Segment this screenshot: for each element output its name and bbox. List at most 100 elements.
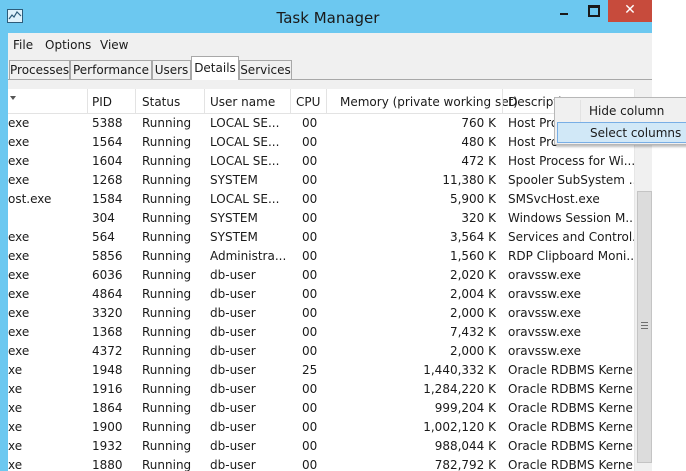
cell-user-name: SYSTEM xyxy=(210,173,258,187)
tab-services[interactable]: Services xyxy=(239,60,292,79)
cell-user-name: LOCAL SE... xyxy=(210,135,280,149)
task-manager-window: Task Manager ✕ File Options View Process… xyxy=(0,0,652,471)
cell-description: Services and Control... xyxy=(508,230,634,244)
cell-memory: 3,564 K xyxy=(449,230,496,244)
cell-user-name: SYSTEM xyxy=(210,230,258,244)
cell-status: Running xyxy=(142,116,192,130)
sort-arrow-icon[interactable] xyxy=(10,96,16,100)
column-divider[interactable] xyxy=(204,89,205,113)
cell-memory: 11,380 K xyxy=(442,173,496,187)
scrollbar-thumb[interactable] xyxy=(637,191,652,463)
title-bar[interactable]: Task Manager ✕ xyxy=(0,0,652,33)
table-row[interactable]: xe 1916 Running db-user 00 1,284,220 K Oracle … xyxy=(8,380,634,399)
table-row[interactable]: xe 1864 Running db-user 00 999,204 K Oracle RD… xyxy=(8,399,634,418)
cell-status: Running xyxy=(142,154,192,168)
cell-pid: 5856 xyxy=(92,249,123,263)
cell-cpu: 00 xyxy=(302,249,318,263)
cell-status: Running xyxy=(142,173,192,187)
cell-user-name: db-user xyxy=(210,401,256,415)
cell-pid: 1880 xyxy=(92,458,123,471)
close-button[interactable]: ✕ xyxy=(608,0,652,22)
cell-memory: 1,440,332 K xyxy=(423,363,496,377)
cell-status: Running xyxy=(142,344,192,358)
cell-cpu: 00 xyxy=(302,154,318,168)
cell-cpu: 00 xyxy=(302,135,318,149)
menu-item-select-columns[interactable]: Select columns xyxy=(557,122,686,143)
cell-name: ost.exe xyxy=(8,192,52,206)
tab-users[interactable]: Users xyxy=(152,60,191,79)
cell-memory: 1,284,220 K xyxy=(423,382,496,396)
menu-item-label: Hide column xyxy=(589,104,665,118)
cell-description: oravssw.exe xyxy=(508,268,582,282)
column-divider[interactable] xyxy=(135,89,136,113)
column-header-pid[interactable]: PID xyxy=(92,95,112,109)
column-header-cpu[interactable]: CPU xyxy=(296,95,320,109)
cell-status: Running xyxy=(142,249,192,263)
minimize-button[interactable] xyxy=(551,0,578,22)
grip-icon xyxy=(641,322,648,331)
cell-pid: 1268 xyxy=(92,173,123,187)
table-row[interactable]: exe 1564 Running LOCAL SE... 00 480 K Host Pro xyxy=(8,133,634,152)
table-header: PID Status User name CPU Memory (private… xyxy=(8,89,634,114)
cell-description: Oracle RDBMS Kerne... xyxy=(508,401,634,415)
table-row[interactable]: exe 5388 Running LOCAL SE... 00 760 K Host Pro xyxy=(8,114,634,133)
cell-user-name: db-user xyxy=(210,382,256,396)
cell-cpu: 00 xyxy=(302,173,318,187)
tab-details[interactable]: Details xyxy=(191,56,239,80)
cell-memory: 760 K xyxy=(461,116,496,130)
tab-performance[interactable]: Performance xyxy=(70,60,152,79)
cell-pid: 304 xyxy=(92,211,115,225)
cell-status: Running xyxy=(142,325,192,339)
table-row[interactable]: exe 4864 Running db-user 00 2,004 K oravssw.ex… xyxy=(8,285,634,304)
cell-pid: 1948 xyxy=(92,363,123,377)
cell-name: xe xyxy=(8,401,23,415)
column-header-status[interactable]: Status xyxy=(142,95,180,109)
table-row[interactable]: ost.exe 1584 Running LOCAL SE... 00 5,900 K SM… xyxy=(8,190,634,209)
cell-user-name: db-user xyxy=(210,420,256,434)
table-row[interactable]: exe 564 Running SYSTEM 00 3,564 K Services and… xyxy=(8,228,634,247)
cell-cpu: 00 xyxy=(302,420,318,434)
cell-pid: 1584 xyxy=(92,192,123,206)
vertical-scrollbar[interactable] xyxy=(634,89,652,471)
cell-cpu: 00 xyxy=(302,325,318,339)
table-row[interactable]: exe 3320 Running db-user 00 2,000 K oravssw.ex… xyxy=(8,304,634,323)
cell-cpu: 00 xyxy=(302,458,318,471)
table-row[interactable]: exe 6036 Running db-user 00 2,020 K oravssw.ex… xyxy=(8,266,634,285)
maximize-button[interactable] xyxy=(580,0,606,22)
table-row[interactable]: xe 1932 Running db-user 00 988,044 K Oracle RD… xyxy=(8,437,634,456)
cell-memory: 320 K xyxy=(461,211,496,225)
table-row[interactable]: xe 1900 Running db-user 00 1,002,120 K Oracle … xyxy=(8,418,634,437)
table-row[interactable]: exe 1268 Running SYSTEM 00 11,380 K Spooler Su… xyxy=(8,171,634,190)
cell-pid: 1368 xyxy=(92,325,123,339)
cell-description: Spooler SubSystem ... xyxy=(508,173,634,187)
cell-name: exe xyxy=(8,287,30,301)
menu-file[interactable]: File xyxy=(13,38,33,52)
table-row[interactable]: exe 4372 Running db-user 00 2,000 K oravssw.ex… xyxy=(8,342,634,361)
column-divider[interactable] xyxy=(326,89,327,113)
cell-user-name: LOCAL SE... xyxy=(210,192,280,206)
column-divider[interactable] xyxy=(502,89,503,113)
cell-status: Running xyxy=(142,287,192,301)
column-header-memory[interactable]: Memory (private working set) xyxy=(340,95,518,109)
cell-user-name: db-user xyxy=(210,287,256,301)
cell-user-name: db-user xyxy=(210,268,256,282)
cell-name: exe xyxy=(8,154,30,168)
column-divider[interactable] xyxy=(290,89,291,113)
cell-cpu: 00 xyxy=(302,306,318,320)
table-row[interactable]: exe 1604 Running LOCAL SE... 00 472 K Host Pro… xyxy=(8,152,634,171)
column-header-user-name[interactable]: User name xyxy=(210,95,275,109)
menu-item-hide-column[interactable]: Hide column xyxy=(557,101,686,121)
table-row[interactable]: exe 5856 Running Administra... 00 1,560 K RDP … xyxy=(8,247,634,266)
table-row[interactable]: xe 1880 Running db-user 00 782,792 K Oracle RD… xyxy=(8,456,634,471)
column-divider[interactable] xyxy=(87,89,88,113)
cell-pid: 564 xyxy=(92,230,115,244)
cell-description: Oracle RDBMS Kerne... xyxy=(508,458,634,471)
tab-processes[interactable]: Processes xyxy=(9,60,70,79)
table-row[interactable]: exe 1368 Running db-user 00 7,432 K oravssw.ex… xyxy=(8,323,634,342)
menu-item-label: Select columns xyxy=(590,126,682,140)
cell-memory: 1,560 K xyxy=(449,249,496,263)
table-row[interactable]: 304 Running SYSTEM 00 320 K Windows Session M… xyxy=(8,209,634,228)
menu-options[interactable]: Options xyxy=(45,38,91,52)
table-row[interactable]: xe 1948 Running db-user 25 1,440,332 K Oracle … xyxy=(8,361,634,380)
menu-view[interactable]: View xyxy=(100,38,128,52)
